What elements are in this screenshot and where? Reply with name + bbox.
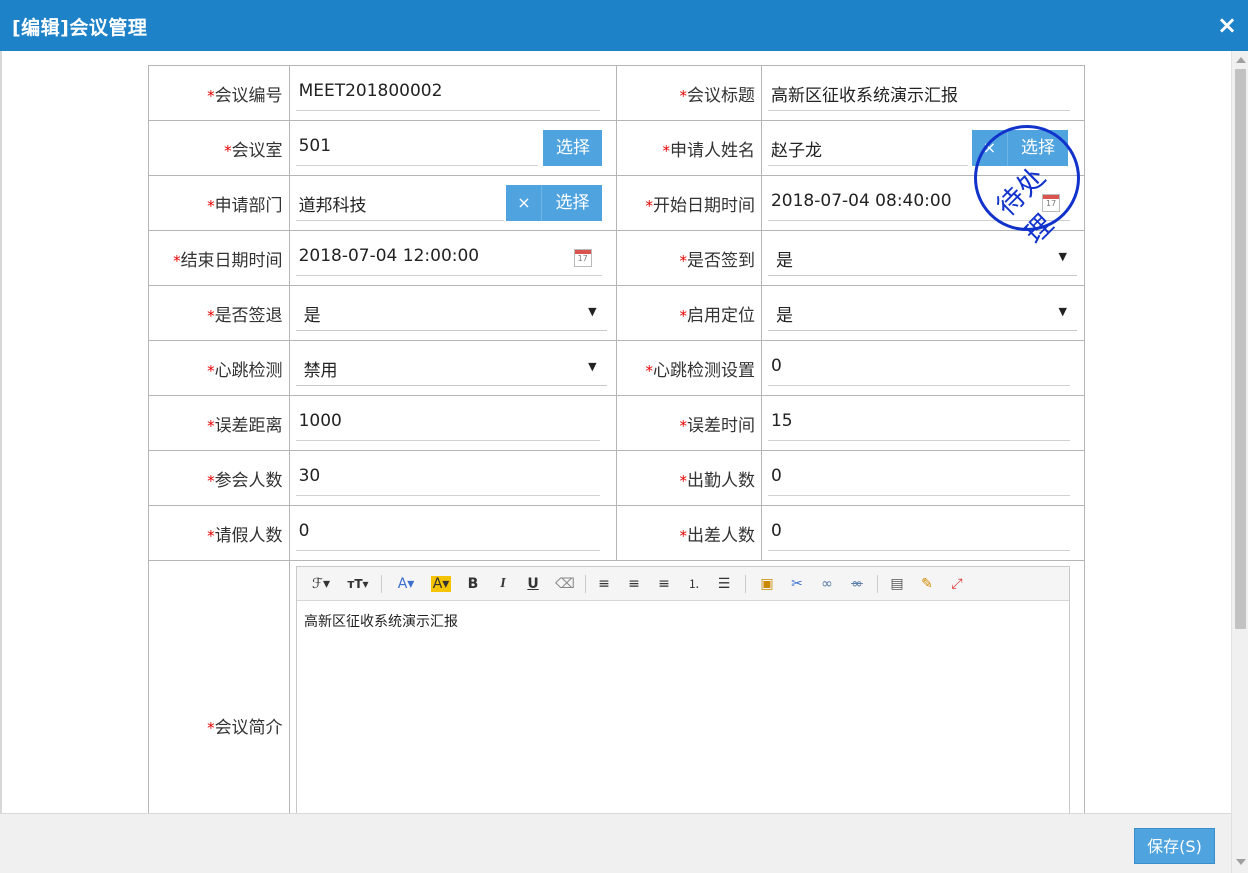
chevron-down-icon: ▼ (588, 305, 597, 318)
font-color-button[interactable]: A▾ (393, 574, 419, 594)
end-time-label: *结束日期时间 (148, 230, 290, 286)
present-input[interactable]: 0 (767, 460, 1070, 496)
chevron-down-icon: ▼ (1058, 305, 1067, 318)
align-right-icon[interactable]: ≡ (655, 574, 673, 594)
meeting-title-label: *会议标题 (616, 65, 762, 121)
meeting-no-label: *会议编号 (148, 65, 290, 121)
toolbar-divider (877, 575, 878, 593)
highlight-button[interactable]: A▾ (427, 574, 455, 594)
attendees-label: *参会人数 (148, 450, 290, 506)
meeting-room-select-button[interactable]: 选择 (543, 130, 603, 166)
unordered-list-icon[interactable]: ☰ (715, 574, 733, 594)
locate-select[interactable]: 是 ▼ (767, 295, 1077, 331)
close-icon[interactable]: × (1214, 10, 1240, 40)
summary-label: *会议简介 (148, 560, 290, 813)
align-center-icon[interactable]: ≡ (625, 574, 643, 594)
chevron-down-icon: ▼ (1058, 250, 1067, 263)
chevron-down-icon: ▼ (588, 360, 597, 373)
editor-toolbar: ℱ▾ тT▾ A▾ A▾ B I U ⌫ ≡ ≡ ≡ ⒈ ☰ ▣ ✂ ∞ ∞ ▤… (297, 567, 1069, 601)
toolbar-divider (745, 575, 746, 593)
heartbeat-label: *心跳检测 (148, 340, 290, 396)
heartbeat-setting-input[interactable]: 0 (767, 350, 1070, 386)
error-time-label: *误差时间 (616, 395, 762, 451)
sign-in-label: *是否签到 (616, 230, 762, 286)
rich-text-editor: ℱ▾ тT▾ A▾ A▾ B I U ⌫ ≡ ≡ ≡ ⒈ ☰ ▣ ✂ ∞ ∞ ▤… (296, 566, 1070, 826)
applicant-input[interactable]: 赵子龙 (767, 130, 968, 166)
font-family-button[interactable]: ℱ▾ (307, 574, 335, 594)
error-time-input[interactable]: 15 (767, 405, 1070, 441)
clean-format-icon[interactable]: ✎ (917, 574, 937, 594)
italic-button[interactable]: I (495, 574, 511, 594)
save-button[interactable]: 保存(S) (1134, 828, 1215, 864)
heartbeat-select[interactable]: 禁用 ▼ (295, 350, 607, 386)
sign-in-select[interactable]: 是 ▼ (767, 240, 1077, 276)
meeting-no-input[interactable]: MEET201800002 (295, 75, 600, 111)
meeting-room-input[interactable]: 501 (295, 130, 538, 166)
meeting-room-label: *会议室 (148, 120, 290, 176)
toolbar-divider (381, 575, 382, 593)
department-input[interactable]: 道邦科技 (295, 185, 504, 221)
leave-input[interactable]: 0 (295, 515, 600, 551)
error-distance-input[interactable]: 1000 (295, 405, 600, 441)
present-label: *出勤人数 (616, 450, 762, 506)
font-size-button[interactable]: тT▾ (343, 574, 373, 594)
image-icon[interactable]: ▣ (757, 574, 777, 594)
heartbeat-setting-label: *心跳检测设置 (616, 340, 762, 396)
business-trip-input[interactable]: 0 (767, 515, 1070, 551)
cut-icon[interactable]: ✂ (787, 574, 807, 594)
toolbar-divider (585, 575, 586, 593)
underline-button[interactable]: U (525, 574, 541, 594)
start-time-label: *开始日期时间 (616, 175, 762, 231)
align-left-icon[interactable]: ≡ (595, 574, 613, 594)
sign-out-label: *是否签退 (148, 285, 290, 341)
fullscreen-icon[interactable]: ⤢ (947, 574, 967, 594)
scroll-up-icon[interactable] (1236, 57, 1246, 63)
meeting-title-input[interactable]: 高新区征收系统演示汇报 (767, 75, 1070, 111)
paste-icon[interactable]: ▤ (887, 574, 907, 594)
editor-content[interactable]: 高新区征收系统演示汇报 (297, 601, 1069, 641)
department-select-button[interactable]: 选择 (542, 185, 603, 221)
left-edge (0, 51, 2, 813)
dialog-footer: 保存(S) (0, 813, 1231, 873)
applicant-label: *申请人姓名 (616, 120, 762, 176)
department-clear-button[interactable]: × (506, 185, 543, 221)
leave-label: *请假人数 (148, 505, 290, 561)
calendar-icon[interactable] (573, 249, 592, 267)
eraser-icon[interactable]: ⌫ (555, 574, 575, 594)
ordered-list-icon[interactable]: ⒈ (685, 574, 703, 594)
error-distance-label: *误差距离 (148, 395, 290, 451)
sign-out-select[interactable]: 是 ▼ (295, 295, 607, 331)
scroll-down-icon[interactable] (1236, 859, 1246, 865)
scroll-thumb[interactable] (1235, 69, 1246, 629)
dialog-titlebar: [编辑]会议管理 × (0, 0, 1248, 51)
department-label: *申请部门 (148, 175, 290, 231)
attendees-input[interactable]: 30 (295, 460, 600, 496)
bold-button[interactable]: B (465, 574, 481, 594)
business-trip-label: *出差人数 (616, 505, 762, 561)
link-icon[interactable]: ∞ (817, 574, 837, 594)
dialog-title: [编辑]会议管理 (12, 17, 148, 39)
unlink-icon[interactable]: ∞ (847, 574, 867, 594)
locate-label: *启用定位 (616, 285, 762, 341)
end-time-input[interactable]: 2018-07-04 12:00:00 (295, 240, 602, 276)
pending-stamp: 待处理 (974, 125, 1080, 250)
vertical-scrollbar[interactable] (1231, 51, 1248, 873)
